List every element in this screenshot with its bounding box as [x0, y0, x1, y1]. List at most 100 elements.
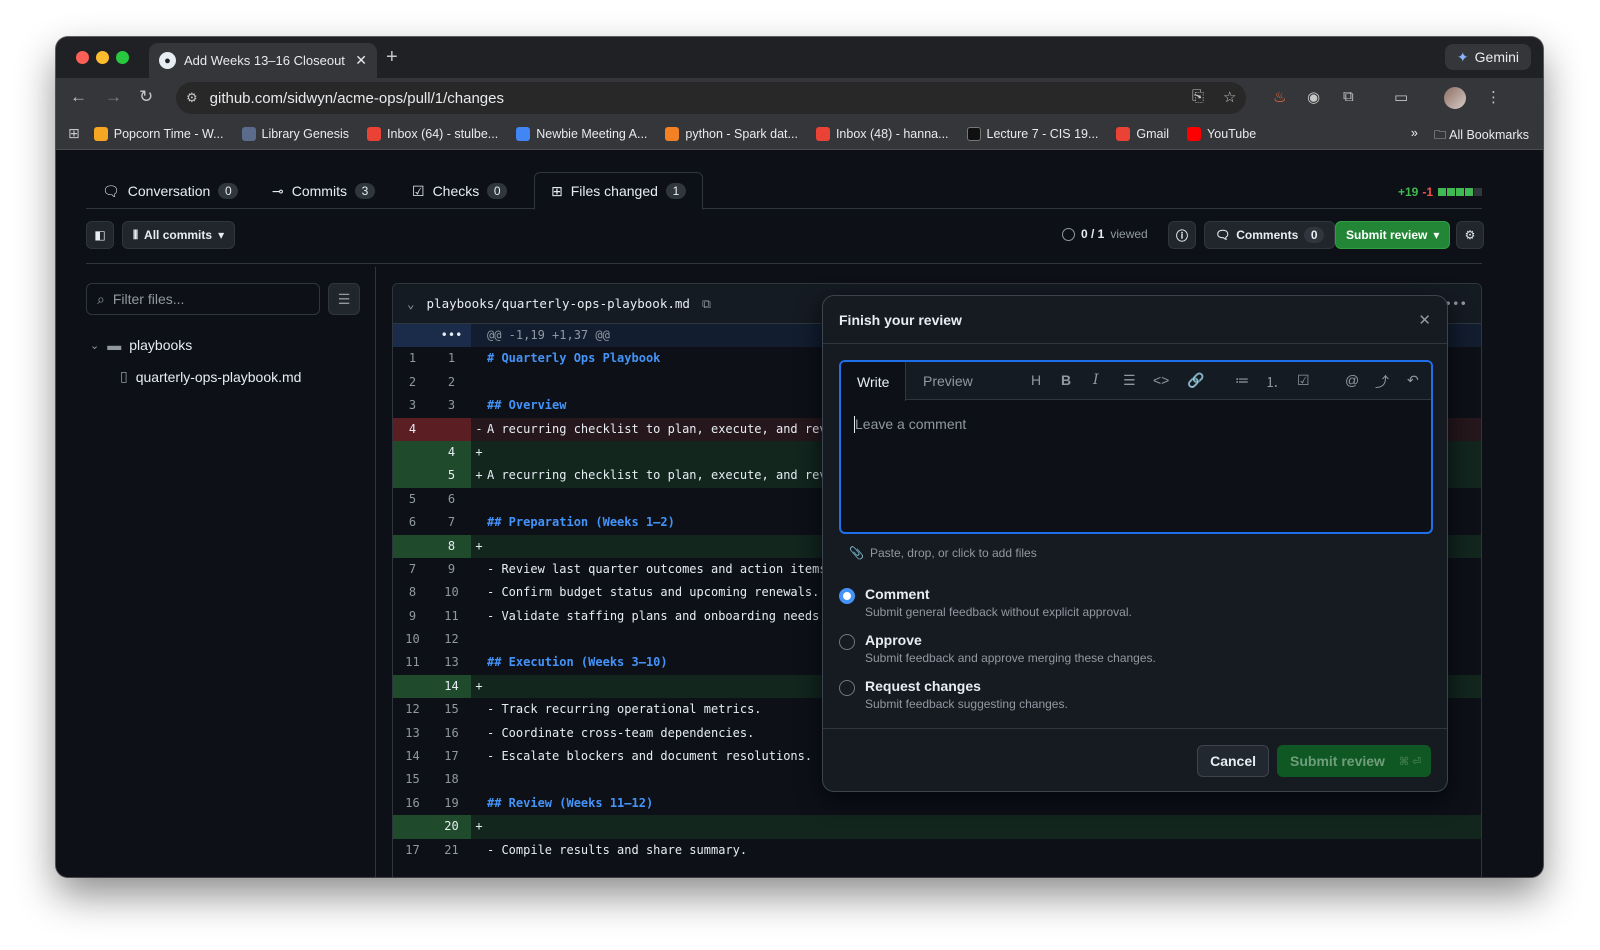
minimize-window-button[interactable] — [96, 51, 109, 64]
reload-icon[interactable]: ↻ — [139, 87, 153, 107]
zoom-window-button[interactable] — [116, 51, 129, 64]
chevron-down-icon: ⌄ — [90, 339, 100, 352]
checklist-icon: ☑ — [412, 182, 425, 199]
task-list-icon[interactable]: ☑ — [1297, 372, 1310, 389]
site-settings-icon[interactable]: ⚙ — [186, 90, 198, 106]
back-icon[interactable]: ← — [70, 87, 87, 107]
forward-icon[interactable]: → — [105, 87, 122, 107]
quote-icon[interactable]: ☰ — [1123, 372, 1136, 389]
code-text: # Quarterly Ops Playbook — [487, 351, 661, 366]
bookmark-item[interactable]: Newbie Meeting A... — [516, 126, 647, 141]
undo-icon[interactable]: ↶ — [1407, 372, 1419, 389]
option-request-changes[interactable]: Request changes Submit feedback suggestin… — [839, 678, 1068, 711]
old-line-number: 2 — [408, 374, 417, 389]
settings-button[interactable]: ⚙ — [1456, 221, 1484, 249]
comments-button[interactable]: 🗨 Comments 0 — [1204, 221, 1336, 249]
diff-line[interactable]: 17 21 - Compile results and share summary. — [393, 839, 1481, 862]
caret-down-icon: ▾ — [1433, 228, 1440, 242]
gemini-button[interactable]: ✦ Gemini — [1444, 44, 1531, 70]
bookmark-item[interactable]: Lecture 7 - CIS 19... — [966, 126, 1098, 141]
bookmark-item[interactable]: Popcorn Time - W... — [93, 126, 224, 141]
browser-tab[interactable]: ● Add Weeks 13–16 Closeout & ✕ — [149, 43, 377, 78]
attach-files[interactable]: 📎 Paste, drop, or click to add files — [849, 546, 1037, 560]
dialog-header: Finish your review ✕ — [823, 296, 1447, 344]
info-button[interactable]: ⓘ — [1168, 221, 1196, 249]
expand-icon[interactable]: ••• — [432, 324, 471, 348]
file-icon: ▯ — [120, 368, 128, 384]
close-window-button[interactable] — [76, 51, 89, 64]
bold-icon[interactable]: B — [1061, 372, 1071, 388]
tab-commits[interactable]: ⊸ Commits 3 — [256, 173, 391, 209]
old-line-number: 15 — [405, 772, 420, 787]
extension-grammar-icon[interactable]: ◉ — [1307, 88, 1320, 106]
bookmark-star-icon[interactable]: ☆ — [1223, 88, 1236, 106]
tab-conversation[interactable]: 🗨 Conversation 0 — [86, 173, 254, 209]
italic-icon[interactable]: I — [1093, 372, 1099, 388]
submit-review-dropdown[interactable]: Submit review ▾ — [1335, 221, 1451, 249]
install-app-icon[interactable]: ⎘ — [1192, 88, 1204, 105]
comment-textarea[interactable]: Leave a comment — [855, 416, 966, 432]
old-line-number: 9 — [408, 608, 417, 623]
diff-sign: + — [475, 819, 483, 834]
radio-comment[interactable] — [839, 588, 855, 604]
bookmark-item[interactable]: Inbox (64) - stulbe... — [367, 126, 498, 141]
address-bar[interactable]: ⚙ github.com/sidwyn/acme-ops/pull/1/chan… — [176, 82, 1246, 114]
commit-icon: ⊸ — [272, 182, 284, 199]
new-line-number: 16 — [444, 725, 459, 740]
close-icon[interactable]: ✕ — [1418, 311, 1431, 329]
link-icon[interactable]: 🔗 — [1187, 372, 1204, 389]
gmail-icon — [1116, 126, 1131, 141]
bookmark-item[interactable]: python - Spark dat... — [665, 126, 798, 141]
diff-line[interactable]: 16 19 ## Review (Weeks 11–12) — [393, 792, 1481, 815]
profile-avatar[interactable] — [1444, 87, 1466, 109]
option-comment[interactable]: Comment Submit general feedback without e… — [839, 586, 1132, 619]
bookmark-item[interactable]: Inbox (48) - hanna... — [815, 126, 949, 141]
submit-review-button[interactable]: Submit review ⌘ ⏎ — [1277, 745, 1431, 777]
url-text: github.com/sidwyn/acme-ops/pull/1/change… — [209, 89, 504, 107]
file-path: playbooks/quarterly-ops-playbook.md — [426, 296, 690, 311]
stackoverflow-icon — [665, 126, 680, 141]
option-approve[interactable]: Approve Submit feedback and approve mergi… — [839, 632, 1156, 665]
copy-icon[interactable]: ⧉ — [702, 296, 711, 312]
tab-write[interactable]: Write — [841, 362, 907, 401]
mention-icon[interactable]: @ — [1345, 372, 1359, 388]
comment-icon: 🗨 — [102, 182, 120, 199]
cancel-button[interactable]: Cancel — [1197, 745, 1269, 777]
tab-files-changed[interactable]: ⊞ Files changed 1 — [534, 172, 703, 210]
more-bookmarks-icon[interactable]: » — [1411, 126, 1418, 147]
all-bookmarks-button[interactable]: 🗀 All Bookmarks — [1434, 126, 1529, 147]
comment-icon: 🗨 — [1215, 228, 1231, 242]
tab-search-icon[interactable]: ▭ — [1394, 88, 1408, 106]
extensions-puzzle-icon[interactable]: ⧉ — [1343, 88, 1354, 105]
radio-request-changes[interactable] — [839, 680, 855, 696]
toggle-tree-button[interactable]: ◧ — [86, 221, 114, 249]
code-icon[interactable]: <> — [1153, 372, 1169, 388]
tab-preview[interactable]: Preview — [907, 362, 989, 400]
extension-flame-icon[interactable]: ♨ — [1273, 88, 1286, 106]
all-commits-button[interactable]: ⫴ All commits ▾ — [122, 221, 236, 249]
heading-icon[interactable]: H — [1031, 372, 1041, 388]
new-tab-button[interactable]: + — [386, 46, 398, 69]
bookmark-item[interactable]: YouTube — [1187, 126, 1256, 141]
new-line-number: 13 — [444, 655, 459, 670]
apps-grid-icon[interactable]: ⊞ — [68, 125, 80, 142]
old-line-number: 4 — [393, 417, 432, 441]
tree-file[interactable]: ▯ quarterly-ops-playbook.md — [120, 368, 301, 385]
tree-folder-playbooks[interactable]: ⌄ ▬ playbooks — [90, 337, 192, 353]
close-tab-icon[interactable]: ✕ — [355, 52, 367, 69]
reference-icon[interactable]: ⤴ — [1375, 372, 1389, 392]
menu-dots-icon[interactable]: ⋮ — [1486, 88, 1501, 106]
bookmark-item[interactable]: Library Genesis — [241, 126, 349, 141]
code-text: - Track recurring operational metrics. — [487, 702, 762, 717]
diff-line[interactable]: 20 + — [393, 815, 1481, 839]
diff-sign — [471, 347, 487, 370]
file-diff-icon: ⊞ — [551, 182, 563, 199]
radio-approve[interactable] — [839, 634, 855, 650]
chevron-down-icon[interactable]: ⌄ — [407, 296, 415, 311]
filter-files-input[interactable]: ⌕ Filter files... — [86, 283, 320, 315]
numbered-list-icon[interactable]: ⒈ — [1265, 372, 1279, 392]
bullet-list-icon[interactable]: ≔ — [1235, 372, 1249, 389]
tab-checks[interactable]: ☑ Checks 0 — [396, 173, 523, 209]
bookmark-item[interactable]: Gmail — [1116, 126, 1169, 141]
filter-options-button[interactable]: ☰ — [328, 283, 360, 315]
